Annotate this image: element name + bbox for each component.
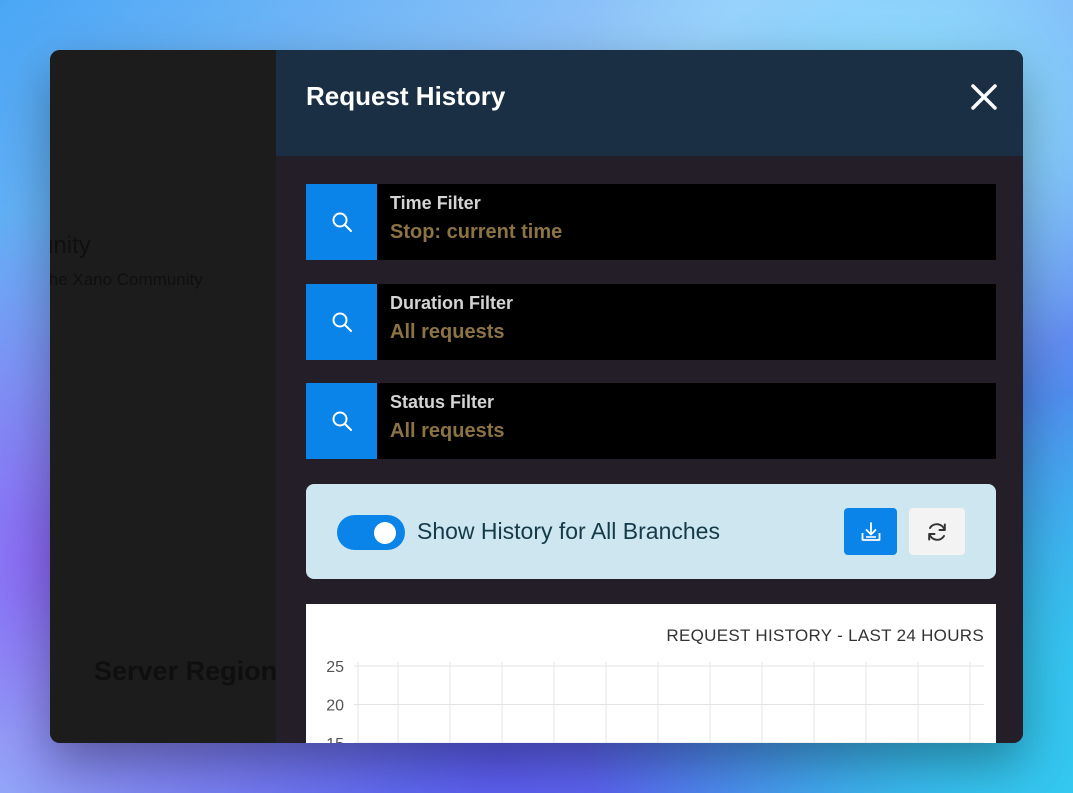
duration-filter[interactable]: Duration Filter All requests — [306, 284, 996, 360]
request-history-chart: REQUEST HISTORY - LAST 24 HOURS 25 20 15 — [306, 604, 996, 743]
drawer-header: Request History — [276, 50, 1023, 156]
time-filter-search-button[interactable] — [306, 184, 377, 260]
filter-value: Stop: current time — [390, 221, 563, 243]
background-subtext: the Xano Community — [50, 270, 203, 289]
chart-y-tick-label: 15 — [326, 736, 344, 743]
all-branches-label: Show History for All Branches — [417, 518, 720, 544]
app-window: unity the Xano Community Server Region R… — [50, 50, 1023, 743]
status-filter-search-button[interactable] — [306, 383, 377, 459]
time-filter[interactable]: Time Filter Stop: current time — [306, 184, 996, 260]
background-section-title: Server Region — [94, 656, 276, 686]
background-page: unity the Xano Community Server Region — [50, 50, 276, 743]
filter-label: Status Filter — [390, 392, 495, 412]
request-history-drawer: Request History Time Filter Stop: curren… — [276, 50, 1023, 743]
download-icon — [861, 521, 880, 541]
background-heading: unity — [50, 232, 91, 259]
all-branches-toggle[interactable] — [337, 515, 405, 550]
close-icon — [971, 84, 997, 110]
search-icon — [332, 312, 352, 332]
status-filter[interactable]: Status Filter All requests — [306, 383, 996, 459]
search-icon — [332, 411, 352, 431]
chart-y-tick-label: 20 — [326, 698, 344, 715]
refresh-button[interactable] — [909, 508, 965, 555]
close-button[interactable] — [966, 79, 1002, 115]
chart-plot: 25 20 15 — [326, 659, 984, 743]
search-icon — [332, 212, 352, 232]
toggle-knob — [374, 522, 396, 544]
duration-filter-search-button[interactable] — [306, 284, 377, 360]
refresh-icon — [928, 522, 946, 541]
filter-label: Time Filter — [390, 193, 481, 213]
chart-y-tick-label: 25 — [326, 659, 344, 676]
drawer-title: Request History — [306, 81, 506, 111]
filter-value: All requests — [390, 321, 505, 343]
filter-value: All requests — [390, 420, 505, 442]
download-button[interactable] — [844, 508, 897, 555]
branch-history-bar: Show History for All Branches — [306, 484, 996, 579]
filter-label: Duration Filter — [390, 293, 514, 313]
